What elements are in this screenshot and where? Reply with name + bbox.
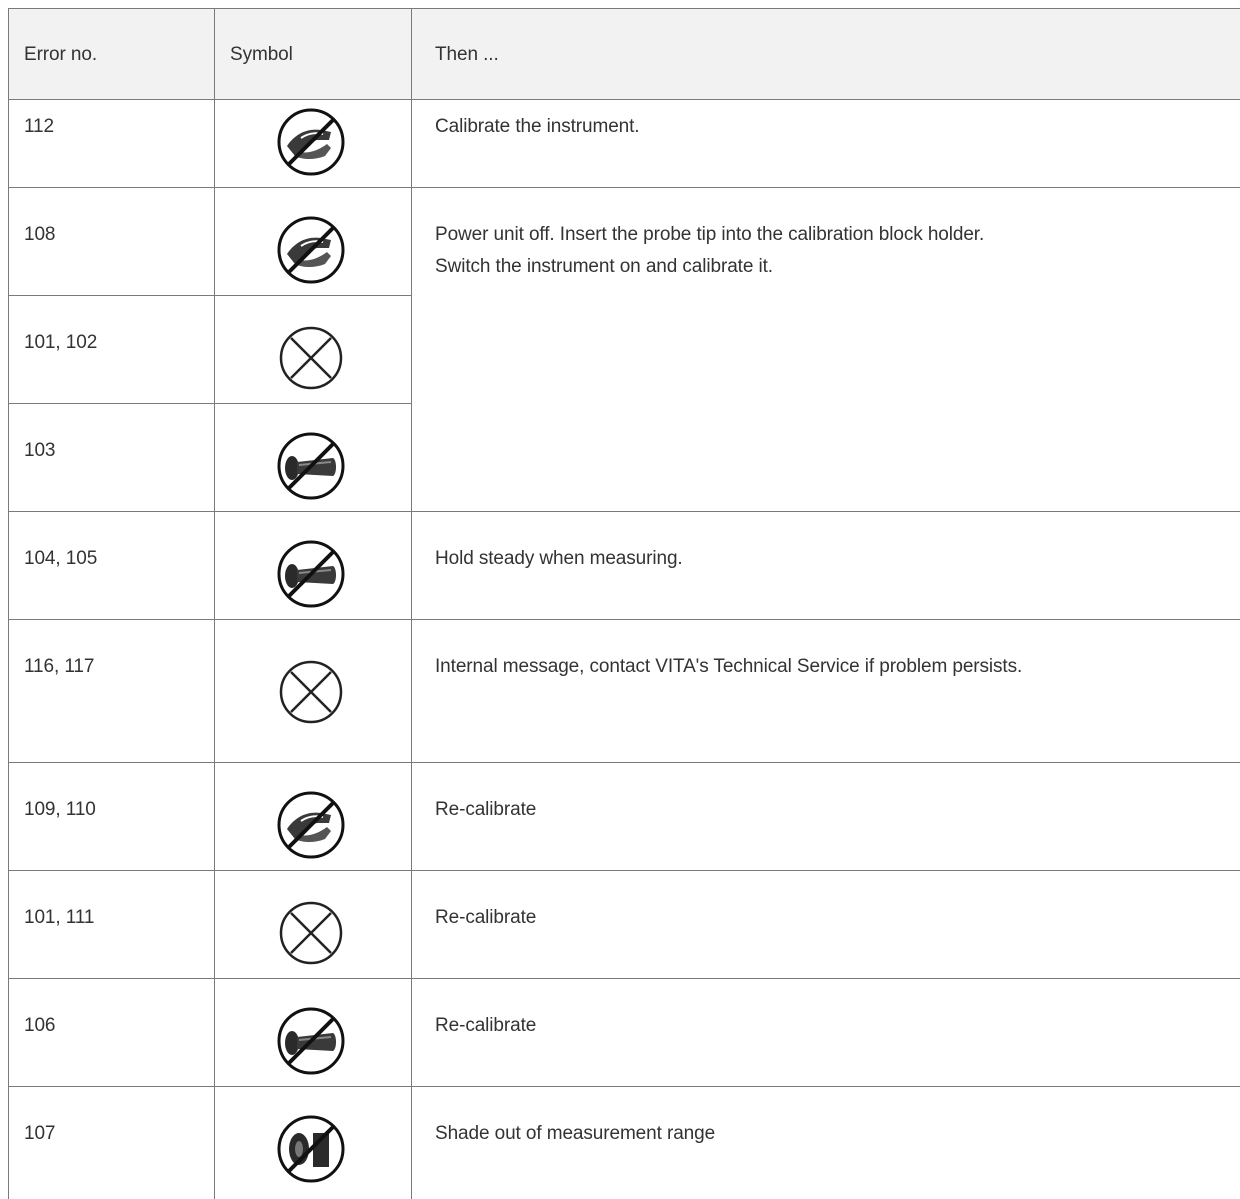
- handpiece-crossed-icon: [273, 536, 349, 612]
- table-header: [8, 8, 1240, 99]
- header-error-no: Error no.: [24, 44, 98, 65]
- error-number: 104, 105: [24, 548, 98, 569]
- action-text: Hold steady when measuring.: [435, 548, 683, 569]
- error-number: 116, 117: [24, 656, 95, 677]
- handpiece-crossed-icon: [273, 1003, 349, 1079]
- shade-out-of-range-icon: [273, 1111, 349, 1187]
- header-symbol: Symbol: [230, 44, 293, 65]
- error-number: 112: [24, 116, 54, 137]
- action-text: Internal message, contact VITA's Technic…: [435, 656, 1023, 677]
- action-text: Calibrate the instrument.: [435, 116, 640, 137]
- calibration-probe-crossed-icon: [273, 212, 349, 288]
- error-number: 109, 110: [24, 799, 96, 820]
- error-number: 106: [24, 1015, 56, 1036]
- action-text: Shade out of measurement range: [435, 1123, 716, 1144]
- crossed-circle-icon: [273, 895, 349, 971]
- calibration-probe-crossed-icon: [273, 787, 349, 863]
- handpiece-crossed-icon: [273, 428, 349, 504]
- header-then: Then ...: [435, 44, 499, 65]
- crossed-circle-icon: [273, 320, 349, 396]
- error-number: 101, 102: [24, 332, 98, 353]
- action-text: Power unit off. Insert the probe tip int…: [435, 224, 985, 245]
- crossed-circle-icon: [273, 654, 349, 730]
- action-text: Re-calibrate: [435, 799, 537, 820]
- error-number: 107: [24, 1123, 56, 1144]
- calibration-probe-crossed-icon: [273, 104, 349, 180]
- action-text: Switch the instrument on and calibrate i…: [435, 256, 773, 277]
- action-text: Re-calibrate: [435, 1015, 537, 1036]
- error-number: 103: [24, 440, 56, 461]
- error-table: Error no. Symbol Then ... 112 Calibrate …: [8, 8, 1240, 1199]
- error-number: 101, 111: [24, 907, 95, 928]
- error-number: 108: [24, 224, 56, 245]
- action-text: Re-calibrate: [435, 907, 537, 928]
